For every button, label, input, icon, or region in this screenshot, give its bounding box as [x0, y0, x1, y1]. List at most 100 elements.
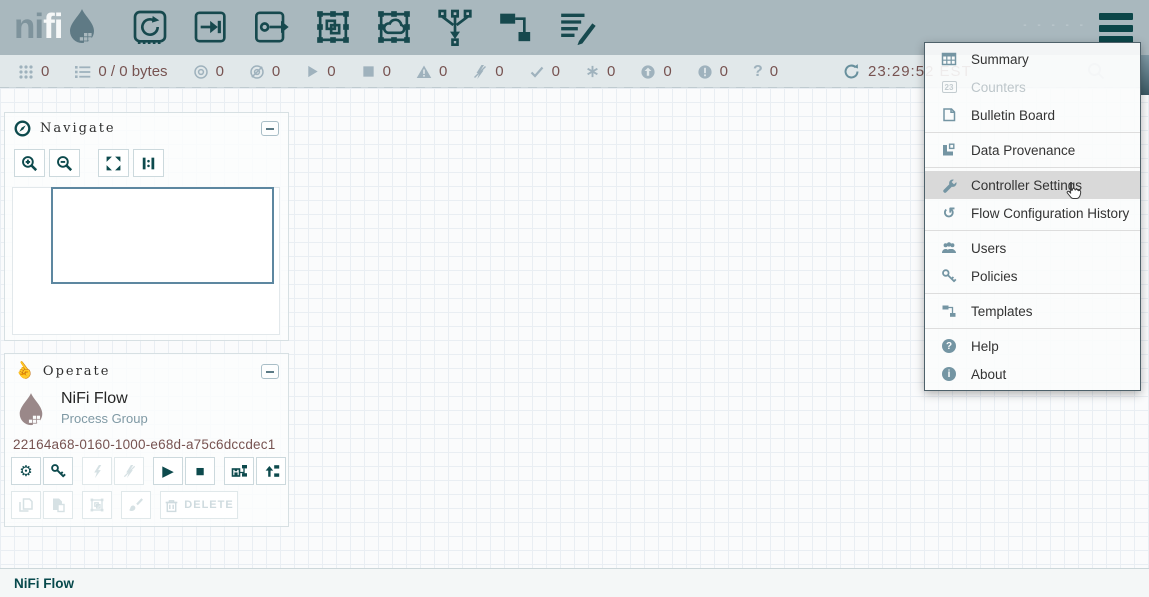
zoom-fit-button[interactable]: [98, 149, 129, 177]
zoom-out-button[interactable]: [49, 149, 80, 177]
output-port-component-icon[interactable]: [252, 7, 292, 47]
status-items: 0 0 / 0 bytes 0 0 0 0: [18, 55, 778, 88]
status-disabled: 0: [472, 63, 503, 80]
lightning-icon: [90, 464, 105, 479]
active-threads-icon: [18, 64, 34, 80]
status-up-to-date: 0: [529, 63, 560, 80]
birdseye-map[interactable]: [12, 187, 280, 335]
template-save-icon: [231, 463, 248, 479]
hand-icon: ☝: [10, 357, 38, 385]
breadcrumb-bar: NiFi Flow: [0, 568, 1149, 597]
selected-flow-id: 22164a68-0160-1000-e68d-a75c6dccdec1: [13, 437, 275, 452]
nifi-drop-icon: [65, 8, 99, 48]
enable-button: [82, 457, 112, 485]
configuration-button[interactable]: ⚙: [11, 457, 41, 485]
processor-component-icon[interactable]: [130, 7, 170, 47]
trash-icon: [164, 498, 179, 513]
key-icon: [50, 463, 66, 479]
status-stale: 0: [640, 63, 671, 80]
status-locally-modified-stale: 0: [697, 63, 728, 80]
global-menu: Summary 23 Counters Bulletin Board Data …: [924, 42, 1141, 391]
up-to-date-icon: [529, 64, 545, 80]
navigate-title: Navigate: [40, 121, 261, 136]
operate-title: Operate: [43, 364, 261, 379]
disable-button: [114, 457, 144, 485]
menu-item-about[interactable]: i About: [925, 360, 1140, 388]
history-icon: ↺: [943, 206, 956, 221]
session-indicator: - - - - -: [1023, 20, 1087, 31]
menu-item-templates[interactable]: Templates: [925, 297, 1140, 325]
selected-flow-name: NiFi Flow: [61, 390, 148, 408]
group-button: [82, 491, 112, 519]
zoom-in-button[interactable]: [14, 149, 45, 177]
access-policies-button[interactable]: [43, 457, 73, 485]
selected-flow-type: Process Group: [61, 411, 148, 426]
disabled-icon: [472, 64, 488, 80]
menu-item-data-provenance[interactable]: Data Provenance: [925, 136, 1140, 164]
one-to-one-icon: [140, 155, 157, 172]
viewport-rectangle[interactable]: [51, 187, 274, 284]
status-transmitting: 0: [193, 63, 224, 80]
operate-header: ☝ Operate: [5, 354, 288, 385]
not-transmitting-icon: [249, 64, 265, 80]
search-panel-edge: [1140, 55, 1149, 95]
nifi-application: nifi: [0, 0, 1149, 597]
menu-item-users[interactable]: Users: [925, 234, 1140, 262]
global-menu-button[interactable]: [1099, 13, 1133, 43]
status-not-transmitting: 0: [249, 63, 280, 80]
process-group-component-icon[interactable]: [313, 7, 353, 47]
menu-item-bulletin-board[interactable]: Bulletin Board: [925, 101, 1140, 129]
refresh-icon[interactable]: [843, 63, 860, 80]
input-port-component-icon[interactable]: [191, 7, 231, 47]
menu-item-controller-settings[interactable]: Controller Settings: [925, 171, 1140, 199]
component-toolbar: [130, 7, 597, 47]
stop-button[interactable]: ■: [185, 457, 215, 485]
help-icon: ?: [942, 339, 956, 353]
gear-icon: ⚙: [19, 464, 32, 479]
templates-icon: [941, 303, 957, 319]
start-button[interactable]: ▶: [153, 457, 183, 485]
sync-failure-icon: ?: [753, 64, 763, 80]
label-component-icon[interactable]: [557, 7, 597, 47]
template-component-icon[interactable]: [496, 7, 536, 47]
navigate-minimize-button[interactable]: [261, 121, 279, 136]
process-group-drop-icon: [15, 390, 47, 432]
operate-buttons: ⚙ ▶ ■: [11, 457, 286, 525]
menu-item-flow-configuration-history[interactable]: ↺ Flow Configuration History: [925, 199, 1140, 227]
invalid-icon: [416, 64, 432, 80]
paste-button: [43, 491, 73, 519]
breadcrumb-nifi-flow[interactable]: NiFi Flow: [14, 576, 74, 591]
delete-button-label: DELETE: [184, 499, 233, 511]
status-stopped: 0: [361, 63, 391, 80]
copy-icon: [18, 497, 34, 513]
menu-item-summary[interactable]: Summary: [925, 45, 1140, 73]
group-selection-icon: [89, 497, 105, 513]
brush-icon: [128, 497, 144, 513]
save-template-button[interactable]: [224, 457, 254, 485]
zoom-actual-size-button[interactable]: [133, 149, 164, 177]
zoom-in-icon: [21, 155, 38, 172]
wrench-icon: [941, 177, 957, 193]
selected-component: NiFi Flow Process Group: [15, 390, 148, 432]
zoom-fit-icon: [105, 155, 122, 172]
stopped-icon: [361, 64, 376, 79]
running-icon: [305, 64, 320, 79]
operate-minimize-button[interactable]: [261, 364, 279, 379]
nifi-logo-text: nifi: [14, 6, 63, 48]
menu-item-help[interactable]: ? Help: [925, 332, 1140, 360]
menu-item-policies[interactable]: Policies: [925, 262, 1140, 290]
lightning-slash-icon: [122, 464, 137, 479]
transmitting-icon: [193, 64, 209, 80]
users-icon: [941, 240, 957, 256]
template-upload-icon: [263, 463, 280, 479]
status-invalid: 0: [416, 63, 447, 80]
play-icon: ▶: [162, 464, 174, 479]
upload-template-button[interactable]: [256, 457, 286, 485]
remote-process-group-component-icon[interactable]: [374, 7, 414, 47]
status-active-threads: 0: [18, 63, 49, 80]
queued-icon: [74, 64, 91, 80]
color-button: [121, 491, 151, 519]
status-sync-failure: ? 0: [753, 63, 778, 80]
funnel-component-icon[interactable]: [435, 7, 475, 47]
mouse-cursor-hand: [1064, 181, 1082, 201]
